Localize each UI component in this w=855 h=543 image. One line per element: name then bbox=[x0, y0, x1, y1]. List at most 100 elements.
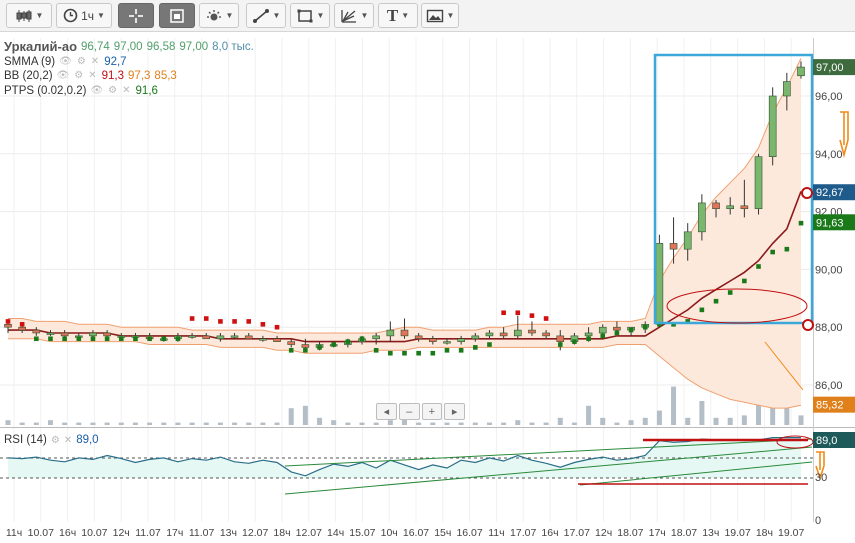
fibonacci-button[interactable]: ▼ bbox=[334, 3, 374, 28]
candle-body bbox=[202, 335, 211, 340]
candle-body bbox=[669, 243, 678, 250]
ptps-dot bbox=[203, 316, 209, 321]
candle-body bbox=[216, 335, 225, 340]
text-tool-button[interactable]: T ▼ bbox=[378, 3, 418, 28]
volume-bar bbox=[359, 422, 365, 425]
price-tag-label: 85,32 bbox=[816, 400, 844, 412]
volume-bar bbox=[232, 422, 238, 425]
ptps-dot bbox=[572, 339, 577, 344]
ptps-dot bbox=[62, 336, 67, 342]
time-axis-label: 17ч bbox=[166, 527, 183, 539]
ohlc-high: 97,00 bbox=[113, 41, 143, 53]
volume-bar bbox=[430, 422, 436, 425]
candle-body bbox=[18, 326, 26, 331]
ptps-dot bbox=[104, 336, 110, 342]
time-axis-label: 14ч bbox=[327, 527, 344, 539]
ptps-dot bbox=[274, 324, 280, 330]
volume-bar bbox=[317, 417, 323, 425]
eye-icon[interactable]: 👁 bbox=[57, 69, 71, 84]
price-tag-label: 92,67 bbox=[816, 187, 844, 199]
volume-bar bbox=[331, 420, 337, 425]
bb-middle-value: 91,3 bbox=[101, 70, 125, 82]
ptps-dot bbox=[133, 336, 138, 342]
price-tag-label: 91,63 bbox=[816, 217, 844, 229]
price-axis-label: 90,00 bbox=[815, 264, 843, 276]
gear-icon[interactable]: ⚙ bbox=[77, 55, 87, 70]
frame-button[interactable] bbox=[159, 3, 195, 28]
gear-icon[interactable]: ⚙ bbox=[74, 69, 84, 84]
price-tag-label: 97,00 bbox=[816, 62, 844, 74]
volume-bar bbox=[444, 422, 450, 425]
rsi-label: RSI (14) bbox=[4, 434, 47, 446]
time-axis-label: 18ч bbox=[273, 527, 290, 539]
time-axis-label: 16.07 bbox=[403, 527, 429, 539]
time-axis-label: 18ч bbox=[756, 527, 773, 539]
image-icon bbox=[426, 9, 443, 22]
toolbar: ▼ 1ч ▼ ▼ ▼ ▼ ▼ T ▼ ▼ bbox=[0, 0, 855, 32]
ptps-dot bbox=[388, 350, 393, 356]
zoom-out-button[interactable]: – bbox=[398, 403, 420, 420]
volume-bar bbox=[614, 422, 620, 425]
time-axis-label: 19.07 bbox=[724, 527, 750, 539]
image-button[interactable]: ▼ bbox=[421, 3, 459, 28]
time-axis-label: 13ч bbox=[702, 527, 719, 539]
volume-bar bbox=[515, 420, 521, 425]
volume-bar bbox=[416, 422, 422, 425]
close-icon[interactable]: ✕ bbox=[91, 55, 100, 70]
scroll-right-button[interactable]: ▸ bbox=[444, 403, 465, 420]
ohlc-close: 97,00 bbox=[179, 41, 209, 53]
ptps-dot bbox=[373, 348, 379, 353]
gear-icon[interactable]: ⚙ bbox=[108, 84, 118, 99]
draw-line-button[interactable]: ▼ bbox=[246, 3, 286, 28]
ptps-dot bbox=[557, 342, 563, 347]
candle-body bbox=[244, 335, 253, 340]
candle-body bbox=[513, 329, 522, 337]
ptps-dot bbox=[458, 348, 464, 353]
volume-bar bbox=[656, 410, 662, 425]
ptps-dot bbox=[76, 336, 82, 342]
candle-body bbox=[103, 332, 111, 337]
volume-bar bbox=[373, 422, 379, 425]
eye-icon[interactable]: 👁 bbox=[90, 84, 104, 99]
ptps-dot bbox=[34, 336, 39, 342]
time-axis-label: 13ч bbox=[220, 527, 237, 539]
volume-bar bbox=[161, 422, 167, 425]
candle-body bbox=[230, 335, 239, 338]
ptps-dot bbox=[444, 348, 450, 353]
bb-upper-value: 97,3 bbox=[128, 70, 151, 82]
chart-type-button[interactable]: ▼ bbox=[6, 3, 52, 28]
crosshair-button[interactable] bbox=[118, 3, 154, 28]
ptps-dot bbox=[529, 313, 535, 318]
rectangle-icon bbox=[297, 9, 313, 22]
indicators-button[interactable]: ▼ bbox=[199, 3, 239, 28]
scroll-left-button[interactable]: ◂ bbox=[376, 403, 397, 420]
ptps-dot bbox=[543, 316, 549, 321]
chart-area[interactable]: 96,0094,0092,0090,0088,0086,00 300 97,00… bbox=[0, 32, 855, 543]
close-icon[interactable]: ✕ bbox=[122, 84, 131, 99]
volume-bar bbox=[741, 415, 747, 425]
time-axis-label: 17.07 bbox=[564, 527, 590, 539]
ptps-dot bbox=[317, 345, 322, 350]
candle-body bbox=[443, 341, 451, 344]
gear-icon[interactable]: ⚙ bbox=[51, 435, 60, 446]
ptps-dot bbox=[699, 307, 705, 313]
candle-body bbox=[726, 205, 734, 210]
candle-body bbox=[273, 338, 281, 342]
candle-body bbox=[414, 335, 423, 340]
close-icon[interactable]: ✕ bbox=[88, 69, 97, 84]
volume-bar bbox=[274, 422, 280, 425]
ptps-dot bbox=[246, 319, 252, 324]
close-icon[interactable]: ✕ bbox=[64, 435, 72, 446]
ptps-dot bbox=[642, 324, 648, 330]
ptps-dot bbox=[487, 342, 492, 347]
time-axis-label: 11ч bbox=[488, 527, 504, 539]
interval-button[interactable]: 1ч ▼ bbox=[56, 3, 112, 28]
zoom-in-button[interactable]: + bbox=[421, 403, 443, 420]
ptps-dot bbox=[416, 350, 421, 356]
ptps-value: 91,6 bbox=[135, 84, 158, 97]
candle-body bbox=[485, 332, 494, 337]
eye-icon[interactable]: 👁 bbox=[59, 55, 73, 70]
ptps-dot bbox=[288, 348, 294, 353]
time-axis-label: 19.07 bbox=[778, 527, 804, 539]
shapes-button[interactable]: ▼ bbox=[290, 3, 330, 28]
